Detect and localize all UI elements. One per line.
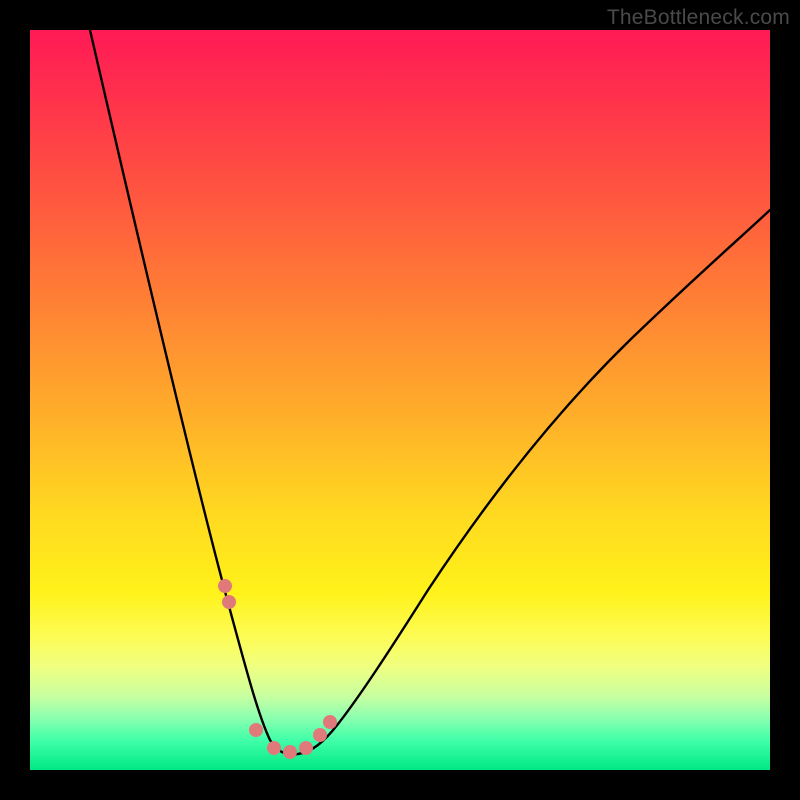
- curve-svg: [30, 30, 770, 770]
- dot: [218, 579, 232, 593]
- dot: [299, 741, 313, 755]
- dot: [222, 595, 236, 609]
- dot: [283, 745, 297, 759]
- frame: TheBottleneck.com: [0, 0, 800, 800]
- watermark-text: TheBottleneck.com: [607, 6, 790, 30]
- plot-area: [30, 30, 770, 770]
- dot: [313, 728, 327, 742]
- trough-dots: [218, 579, 337, 759]
- bottleneck-curve: [90, 30, 770, 755]
- dot: [267, 741, 281, 755]
- dot: [323, 715, 337, 729]
- dot: [249, 723, 263, 737]
